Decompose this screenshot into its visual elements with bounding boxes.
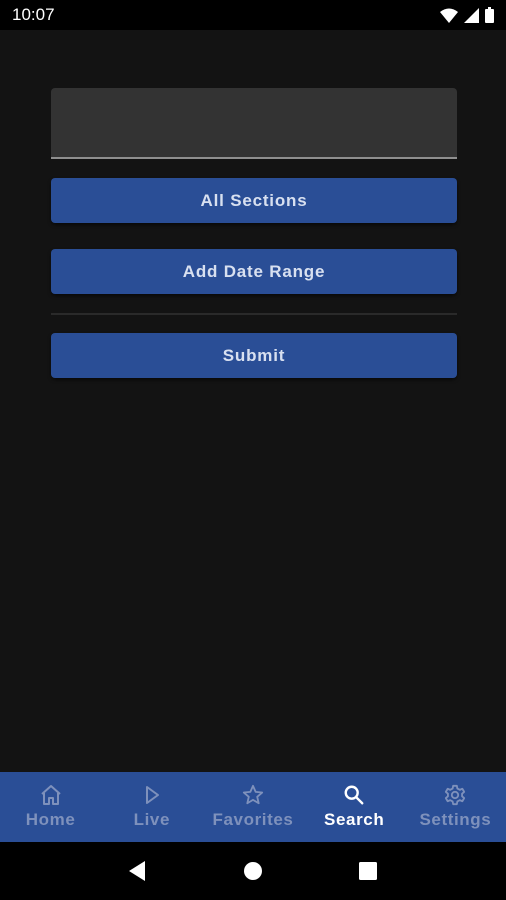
search-screen: All Sections Add Date Range Submit: [0, 30, 506, 772]
status-bar: 10:07: [0, 0, 506, 30]
nav-item-favorites[interactable]: Favorites: [202, 772, 303, 842]
back-icon[interactable]: [128, 861, 147, 881]
nav-label-home: Home: [25, 810, 76, 829]
submit-label: Submit: [222, 345, 286, 365]
status-time: 10:07: [12, 5, 55, 24]
system-navigation-bar: [0, 842, 506, 900]
nav-item-live[interactable]: Live: [101, 772, 202, 842]
nav-label-favorites: Favorites: [212, 810, 294, 829]
nav-item-home[interactable]: Home: [0, 772, 101, 842]
add-date-range-button[interactable]: Add Date Range: [51, 249, 457, 294]
divider: [51, 313, 457, 315]
search-icon: [342, 784, 366, 806]
home-icon: [39, 784, 63, 806]
status-icons: [440, 7, 494, 23]
nav-label-live: Live: [133, 810, 171, 829]
recents-icon[interactable]: [359, 862, 378, 880]
cellular-signal-icon: [464, 7, 479, 23]
bottom-navigation: Home Live Favorites Search Settings: [0, 772, 506, 842]
play-icon: [140, 784, 164, 806]
gear-icon: [443, 784, 467, 806]
nav-label-settings: Settings: [419, 810, 492, 829]
star-icon: [241, 784, 265, 806]
wifi-icon: [440, 8, 458, 23]
nav-item-settings[interactable]: Settings: [405, 772, 506, 842]
add-date-range-label: Add Date Range: [182, 261, 326, 281]
nav-item-search[interactable]: Search: [304, 772, 405, 842]
nav-label-search: Search: [324, 810, 385, 829]
all-sections-label: All Sections: [200, 190, 308, 210]
search-input[interactable]: [51, 88, 457, 159]
home-circle-icon[interactable]: [243, 862, 262, 880]
submit-button[interactable]: Submit: [51, 333, 457, 378]
battery-icon: [485, 7, 494, 23]
all-sections-button[interactable]: All Sections: [51, 178, 457, 223]
